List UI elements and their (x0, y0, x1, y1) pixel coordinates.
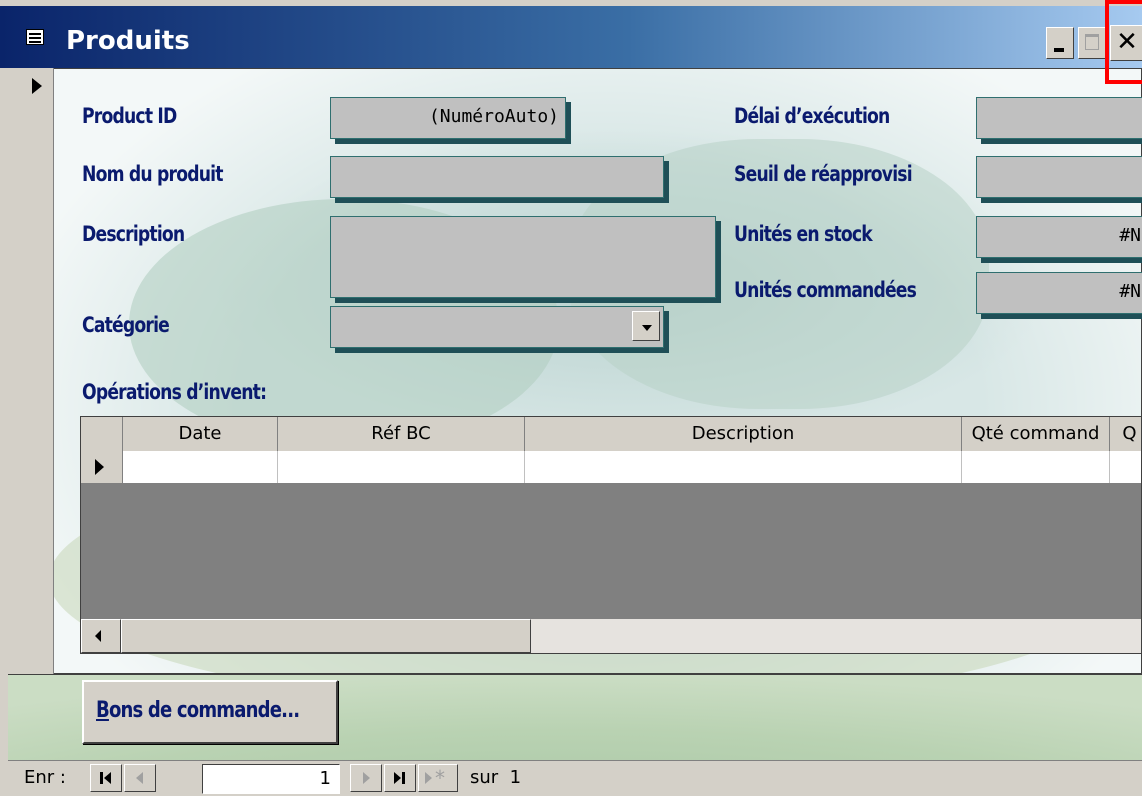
title-bar[interactable]: Produits ✕ (0, 6, 1142, 68)
minimize-button[interactable] (1046, 27, 1074, 59)
units-in-stock-label: Unités en stock (734, 222, 873, 246)
inventory-subform-label: Opérations d’invent: (82, 380, 267, 404)
record-navigation-bar: Enr : 1 sur 1 (8, 760, 1142, 796)
first-record-icon[interactable] (90, 764, 122, 792)
column-header-description[interactable]: Description (525, 417, 962, 451)
current-record-input[interactable]: 1 (202, 764, 340, 794)
reorder-level-label: Seuil de réapprovisi (734, 162, 913, 186)
scroll-left-icon[interactable] (81, 619, 121, 653)
record-selector[interactable] (8, 68, 54, 674)
previous-record-icon[interactable] (124, 764, 156, 792)
product-name-field[interactable] (330, 156, 664, 198)
purchase-orders-button[interactable]: Bons de commande... (82, 680, 338, 744)
description-cell[interactable] (525, 451, 962, 483)
window-title: Produits (66, 26, 190, 56)
description-label: Description (82, 222, 185, 246)
reorder-level-field[interactable] (976, 156, 1142, 198)
current-record-arrow-icon (32, 78, 42, 94)
product-name-label: Nom du produit (82, 162, 223, 186)
row-selector[interactable] (81, 451, 123, 483)
qty-ordered-cell[interactable] (962, 451, 1110, 483)
next-record-icon[interactable] (350, 764, 382, 792)
category-combobox[interactable] (330, 306, 664, 348)
lead-time-label: Délai d’exécution (734, 104, 890, 128)
last-record-icon[interactable] (384, 764, 416, 792)
table-row[interactable] (81, 451, 1141, 484)
record-label: Enr : (24, 767, 66, 788)
product-id-field[interactable]: (NuméroAuto) (330, 97, 566, 139)
units-on-order-field[interactable]: #N (976, 272, 1142, 314)
column-header-qty[interactable]: Q (1110, 417, 1141, 451)
new-record-icon[interactable] (418, 764, 458, 792)
access-form-window: Produits ✕ Product ID (NuméroAuto) Nom d… (0, 0, 1142, 796)
units-on-order-label: Unités commandées (734, 278, 917, 302)
header-corner[interactable] (81, 417, 123, 451)
chevron-down-icon[interactable] (632, 311, 660, 341)
column-header-qty-ordered[interactable]: Qté command (962, 417, 1110, 451)
product-id-label: Product ID (82, 104, 177, 128)
grid-header: Date Réf BC Description Qté command Q (81, 417, 1141, 452)
maximize-button[interactable] (1078, 27, 1106, 59)
column-header-date[interactable]: Date (123, 417, 278, 451)
close-highlight-box (1105, 0, 1142, 84)
scroll-thumb[interactable] (121, 619, 531, 653)
category-label: Catégorie (82, 313, 170, 337)
lead-time-field[interactable] (976, 97, 1142, 139)
inventory-transactions-subform[interactable]: Date Réf BC Description Qté command Q (80, 416, 1142, 654)
form-icon (26, 29, 44, 45)
column-header-po-ref[interactable]: Réf BC (278, 417, 525, 451)
date-cell[interactable] (123, 451, 278, 483)
units-in-stock-field[interactable]: #N (976, 216, 1142, 258)
horizontal-scrollbar[interactable] (81, 618, 1141, 653)
purchase-orders-button-label: Bons de commande... (96, 698, 300, 723)
po-ref-cell[interactable] (278, 451, 525, 483)
record-count: sur 1 (470, 767, 522, 788)
description-field[interactable] (330, 216, 716, 298)
